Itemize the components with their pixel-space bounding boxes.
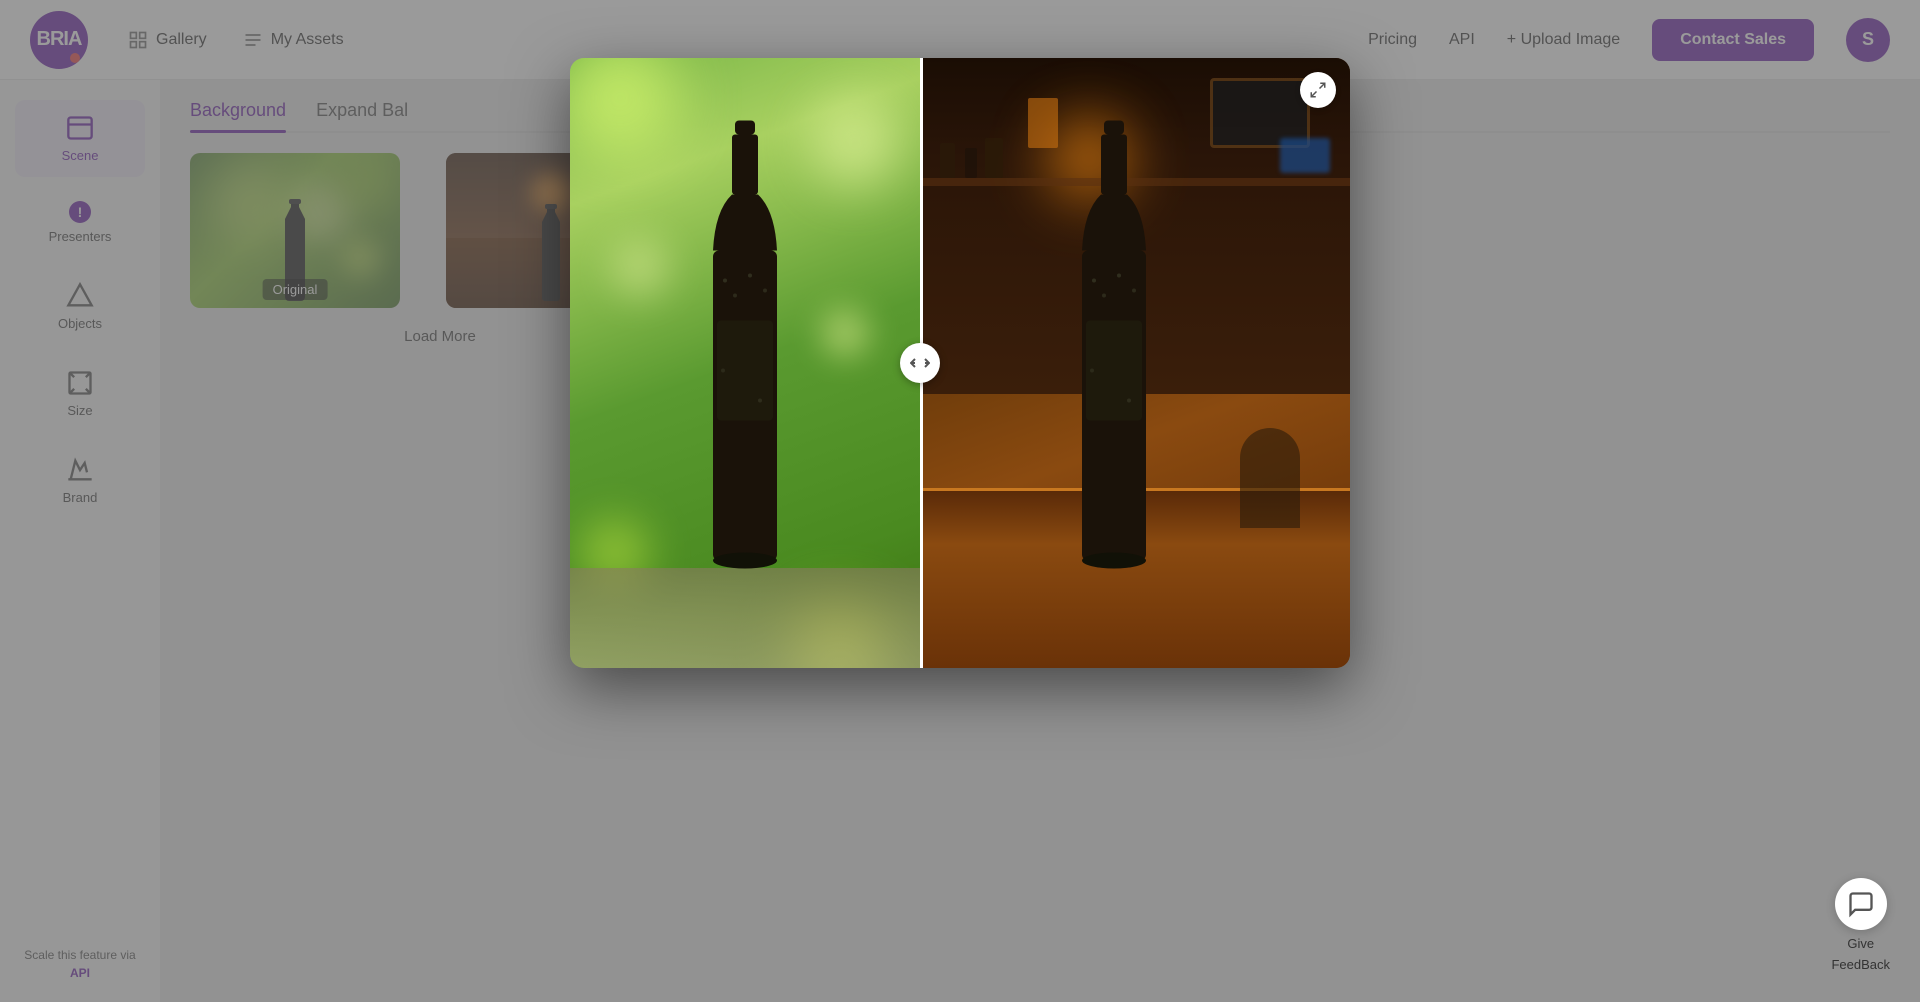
- compare-right: [920, 58, 1350, 668]
- expand-button[interactable]: [1300, 72, 1336, 108]
- feedback-text-feedback: FeedBack: [1831, 957, 1890, 972]
- compare-modal: [570, 58, 1350, 668]
- feedback-button[interactable]: Give FeedBack: [1831, 878, 1890, 972]
- bottle-left: [695, 121, 795, 606]
- compare-left: [570, 58, 920, 668]
- bottle-right: [1064, 121, 1164, 606]
- feedback-text-give: Give: [1847, 936, 1874, 951]
- drag-handle[interactable]: [900, 343, 940, 383]
- feedback-icon: [1835, 878, 1887, 930]
